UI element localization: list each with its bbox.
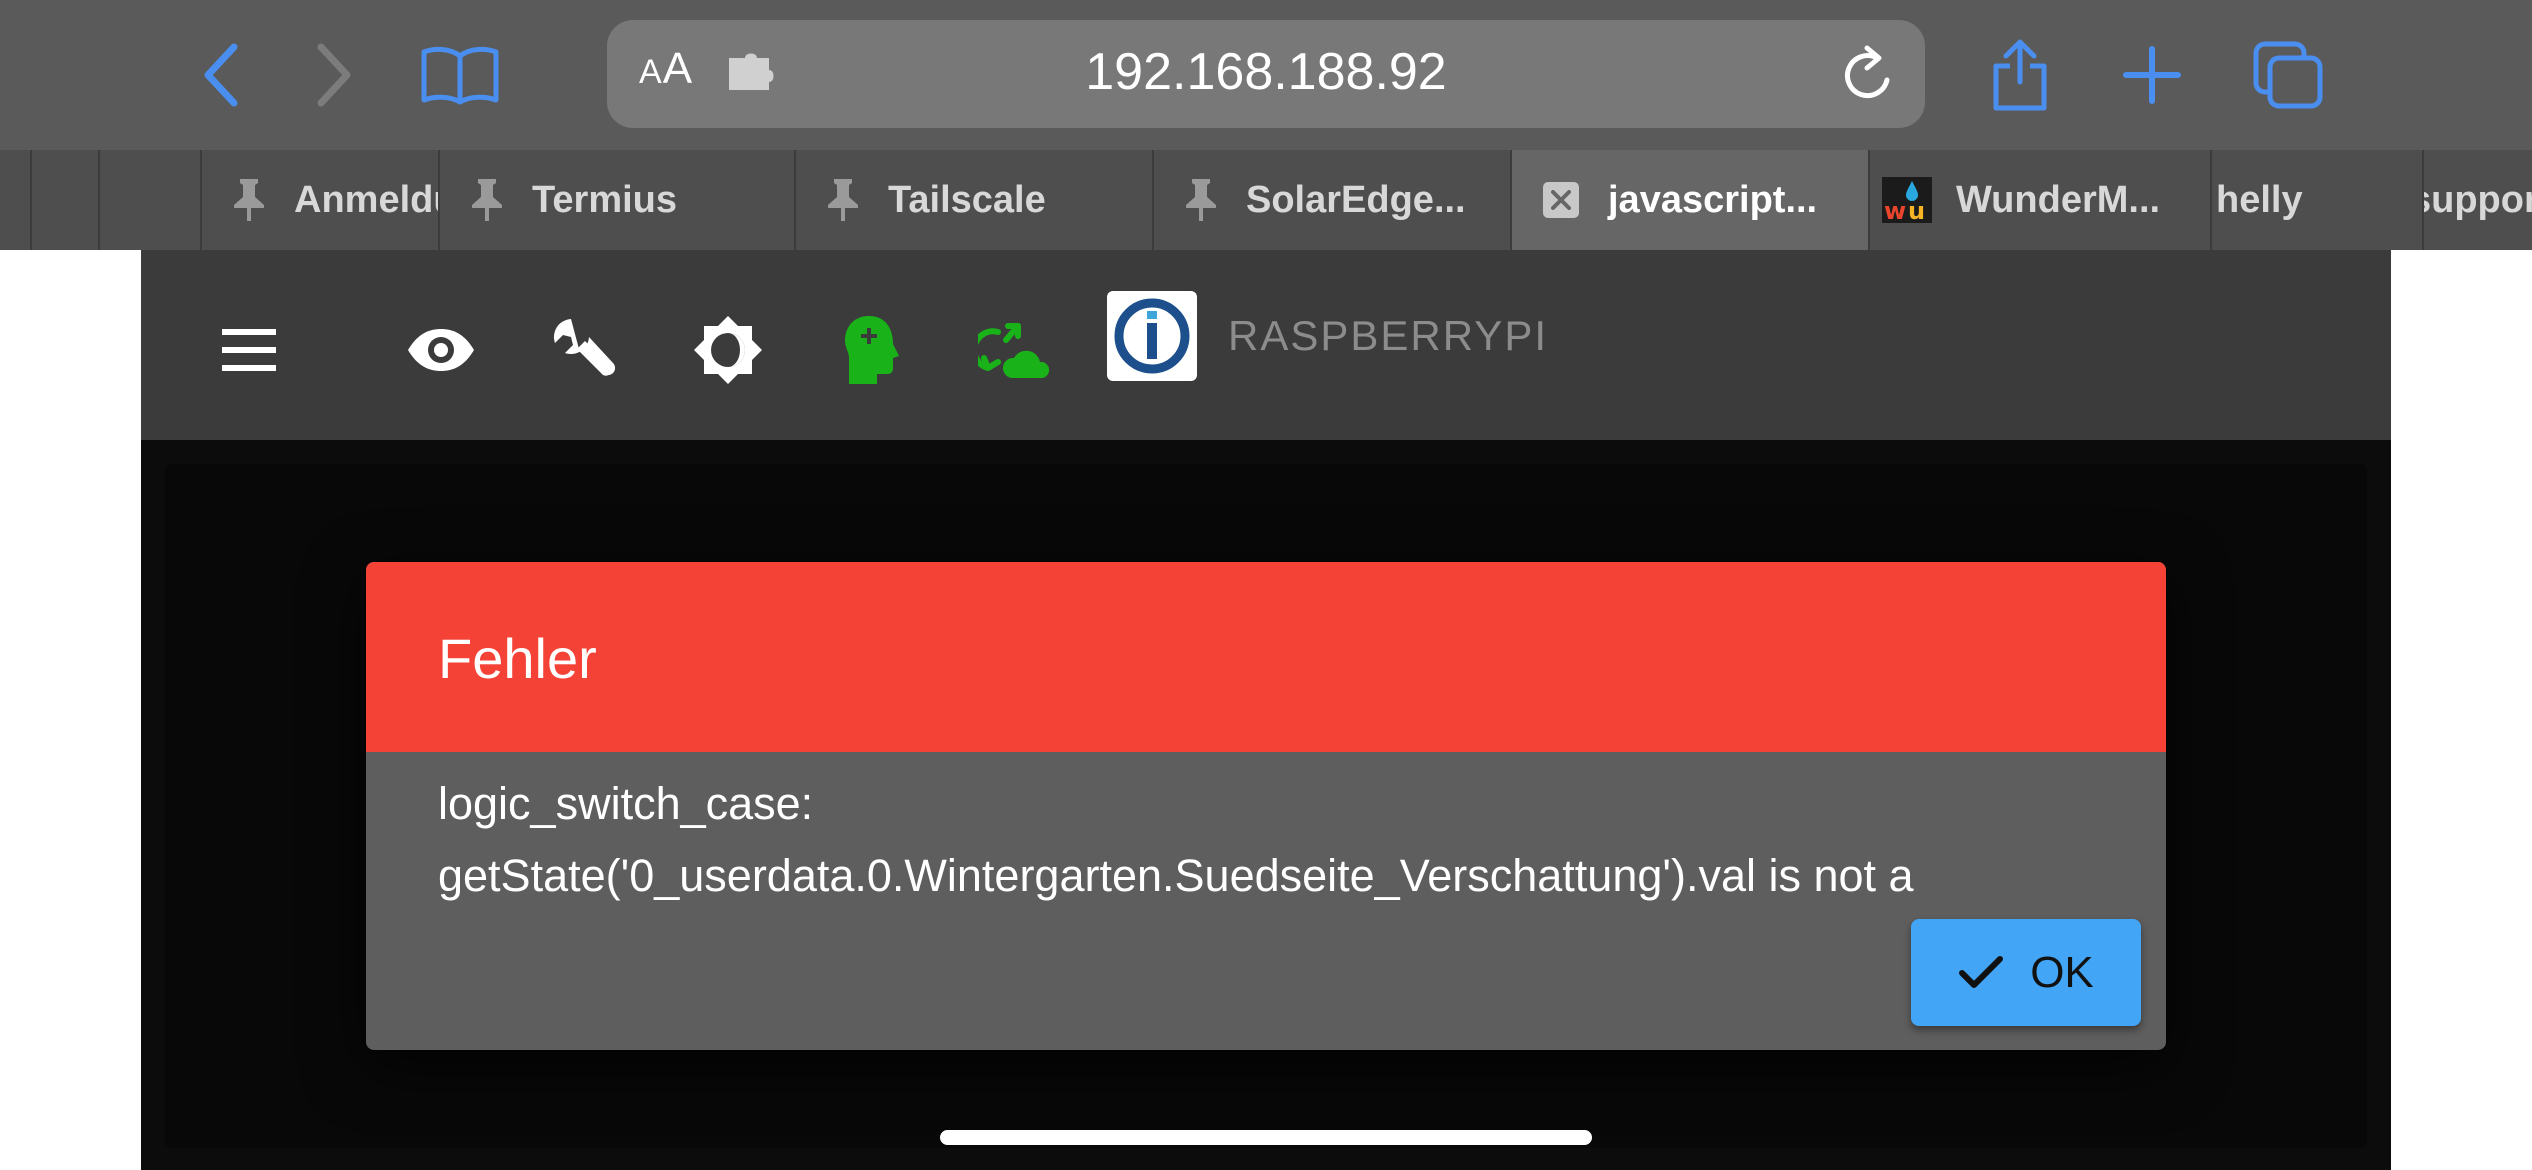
bookmarks-button[interactable]	[412, 30, 507, 120]
url-text: 192.168.188.92	[1085, 43, 1447, 101]
wrench-icon	[553, 319, 616, 376]
ok-button[interactable]: OK	[1911, 919, 2141, 1026]
dialog-title: Fehler	[438, 627, 597, 690]
new-tab-button[interactable]	[2107, 30, 2197, 120]
menu-button[interactable]	[209, 310, 289, 390]
close-tab-button[interactable]	[1542, 181, 1580, 219]
app-bar: RASPBERRYPI	[141, 250, 2391, 440]
error-dialog: Fehler logic_switch_case: getState('0_us…	[366, 562, 2166, 1050]
close-icon	[1543, 182, 1579, 218]
chevron-right-icon	[317, 43, 351, 107]
book-icon	[421, 46, 498, 105]
theme-brightness-icon	[694, 316, 762, 384]
back-button[interactable]	[175, 30, 265, 120]
pin-icon	[1184, 177, 1218, 223]
checkmark-icon	[1959, 955, 2004, 988]
tab-termius[interactable]: Termius	[438, 150, 794, 250]
tab-bar: Anmeldung Termius Tailscale SolarEdge...…	[0, 150, 2532, 250]
pin-icon	[232, 177, 266, 223]
tab-overview-button[interactable]	[2243, 30, 2333, 120]
svg-text:u: u	[1908, 197, 1925, 223]
wunderground-favicon: wu	[1882, 177, 1932, 223]
dialog-message-line: logic_switch_case:	[438, 778, 814, 829]
eye-button[interactable]	[401, 310, 481, 390]
iobroker-logo[interactable]	[1107, 291, 1197, 381]
tab-empty[interactable]	[30, 150, 98, 250]
tabs-icon	[2253, 41, 2323, 109]
tab-tailscale[interactable]: Tailscale	[794, 150, 1152, 250]
dialog-message: logic_switch_case: getState('0_userdata.…	[438, 768, 2118, 912]
browser-toolbar: AA 192.168.188.92	[0, 0, 2532, 150]
tab-empty[interactable]	[98, 150, 200, 250]
tab-support[interactable]: support	[2422, 150, 2532, 250]
home-indicator[interactable]	[940, 1130, 1592, 1145]
dialog-header: Fehler	[366, 562, 2166, 752]
forward-button[interactable]	[290, 30, 380, 120]
tab-anmeldung[interactable]: Anmeldung	[200, 150, 438, 250]
settings-button[interactable]	[544, 310, 624, 390]
cloud-sync-icon	[978, 323, 1050, 378]
address-bar[interactable]: AA 192.168.188.92	[607, 20, 1925, 128]
reload-icon	[1845, 45, 1890, 99]
dialog-message-line: getState('0_userdata.0.Wintergarten.Sued…	[438, 850, 1914, 901]
pin-icon	[826, 177, 860, 223]
cloud-sync-button[interactable]	[974, 310, 1054, 390]
svg-text:w: w	[1884, 197, 1906, 223]
tab-solaredge[interactable]: SolarEdge...	[1152, 150, 1510, 250]
share-icon	[1993, 39, 2047, 111]
chevron-left-icon	[204, 43, 238, 107]
host-name: RASPBERRYPI	[1228, 312, 1548, 359]
share-button[interactable]	[1975, 30, 2065, 120]
plus-icon	[2123, 46, 2181, 104]
menu-icon	[222, 329, 276, 371]
tab-javascript[interactable]: javascript...	[1510, 150, 1868, 250]
tab-shelly[interactable]: helly	[2210, 150, 2422, 250]
tab-wundermap[interactable]: wu WunderM...	[1868, 150, 2210, 250]
theme-toggle-button[interactable]	[688, 310, 768, 390]
expert-mode-button[interactable]	[831, 310, 911, 390]
reload-button[interactable]	[1841, 44, 1897, 109]
expert-mode-head-icon	[845, 316, 899, 384]
eye-icon	[408, 329, 474, 371]
pin-icon	[470, 177, 504, 223]
